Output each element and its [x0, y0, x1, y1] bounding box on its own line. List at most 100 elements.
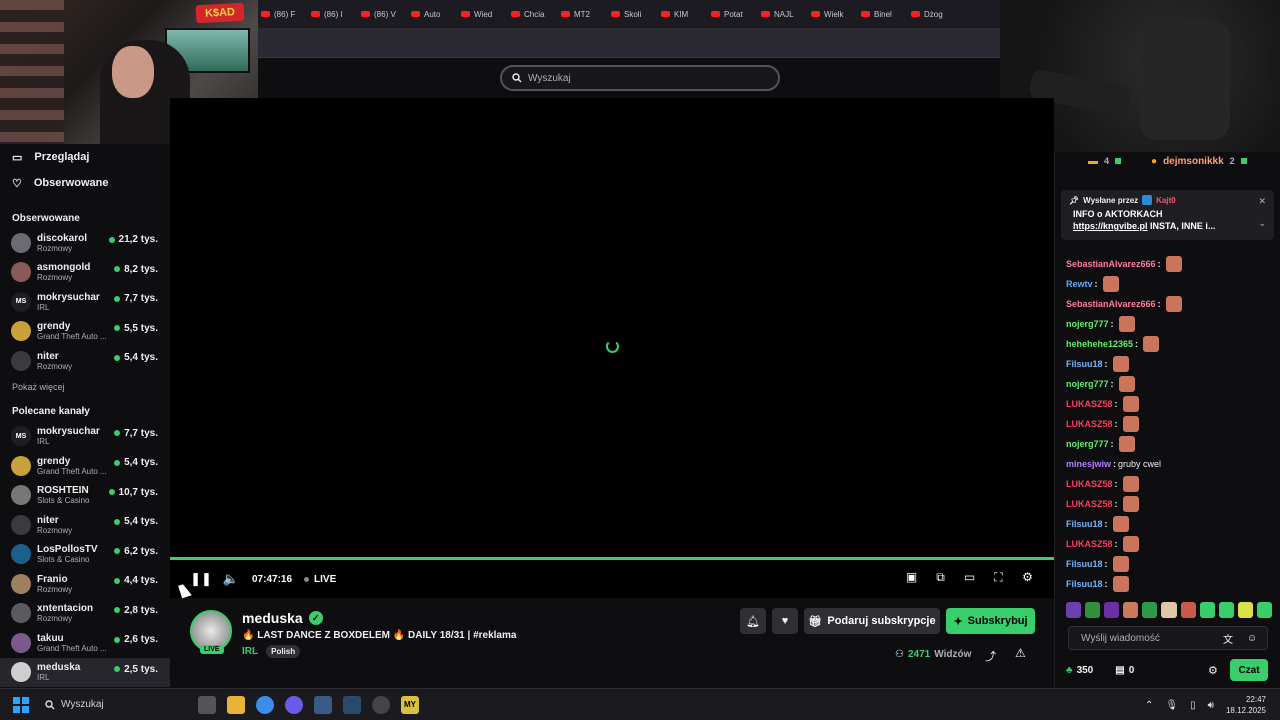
browser-tab[interactable]: (86) I [305, 4, 355, 24]
browser-tab[interactable]: Chcia [505, 4, 555, 24]
chat-username[interactable]: Filsuu18 [1066, 519, 1103, 529]
sidebar-channel-roshtein[interactable]: ROSHTEIN Slots & Casino 10,7 tys. [0, 481, 170, 511]
sidebar-channel-grendy[interactable]: grendy Grand Theft Auto ... 5,4 tys. [0, 451, 170, 481]
chat-username[interactable]: Filsuu18 [1066, 579, 1103, 589]
stream-category[interactable]: IRL [242, 646, 258, 657]
channel-name[interactable]: meduska [242, 610, 303, 626]
sidebar-channel-niter[interactable]: niter Rozmowy 5,4 tys. [0, 346, 170, 376]
clip-icon[interactable]: ⧉ [932, 570, 949, 585]
browser-tab[interactable]: Potat [705, 4, 755, 24]
chat-username[interactable]: minesjwiw [1066, 459, 1111, 469]
emote-icon[interactable] [1218, 602, 1234, 618]
chevron-up-icon[interactable]: ⌃ [1145, 700, 1153, 711]
emote-icon[interactable] [1123, 602, 1139, 618]
speaker-icon[interactable]: 🔊︎ [1208, 700, 1214, 711]
browser-tab[interactable]: Wied [455, 4, 505, 24]
mini-player-icon[interactable]: ▣ [903, 570, 920, 585]
sidebar-channel-discokarol[interactable]: discokarol Rozmowy 21,2 tys. [0, 228, 170, 258]
sidebar-channel-asmongold[interactable]: asmongold Rozmowy 8,2 tys. [0, 258, 170, 288]
gift-subscription-button[interactable]: 🎁︎ Podaruj subskrypcje [804, 608, 940, 634]
sidebar-channel-lospollostv[interactable]: LosPollosTV Slots & Casino 6,2 tys. [0, 540, 170, 570]
chevron-down-icon[interactable]: ⌄ [1258, 218, 1266, 229]
follow-button[interactable]: ♥ [772, 608, 798, 634]
emote-icon[interactable] [1104, 602, 1120, 618]
obs-icon[interactable] [372, 695, 390, 714]
chat-input[interactable]: Wyślij wiadomość 文 ☺ [1068, 626, 1268, 650]
chat-username[interactable]: LUKASZ58 [1066, 499, 1113, 509]
search-input[interactable]: Wyszukaj [500, 65, 780, 91]
discord-icon[interactable] [285, 695, 303, 714]
settings-gear-icon[interactable]: ⚙ [1019, 570, 1036, 585]
chat-send-button[interactable]: Czat [1230, 659, 1268, 681]
chat-username[interactable]: Filsuu18 [1066, 559, 1103, 569]
emote-icon[interactable] [1199, 602, 1215, 618]
emote-icon[interactable] [1085, 602, 1101, 618]
fullscreen-icon[interactable]: ⛶ [990, 570, 1007, 585]
sidebar-channel-takuu[interactable]: takuu Grand Theft Auto ... 2,6 tys. [0, 628, 170, 658]
emote-icon[interactable] [1256, 602, 1273, 618]
sidebar-channel-niter[interactable]: niter Rozmowy 5,4 tys. [0, 510, 170, 540]
chat-username[interactable]: nojerg777 [1066, 319, 1109, 329]
nav-browse[interactable]: ▭ Przeglądaj [0, 144, 170, 170]
channel-points[interactable]: ♣ 350 [1066, 665, 1093, 676]
browser-tab[interactable]: Skoli [605, 4, 655, 24]
windows-start-icon[interactable] [13, 696, 29, 713]
emote-icon[interactable] [1161, 602, 1177, 618]
chat-username[interactable]: Rewtv [1066, 279, 1093, 289]
emote-icon[interactable] [1066, 602, 1082, 618]
browser-tab[interactable]: (86) V [355, 4, 405, 24]
report-warning-icon[interactable]: ⚠ [1015, 646, 1026, 660]
emote-icon[interactable] [1180, 602, 1196, 618]
emoji-icon[interactable]: ☺ [1247, 633, 1257, 644]
my-app-icon[interactable]: MY [401, 695, 419, 714]
chat-username[interactable]: hehehehe12365 [1066, 339, 1133, 349]
chat-username[interactable]: SebastianAlvarez666 [1066, 299, 1156, 309]
chat-username[interactable]: LUKASZ58 [1066, 479, 1113, 489]
network-icon[interactable]: ▯ [1190, 700, 1196, 711]
theatre-mode-icon[interactable]: ▭ [961, 570, 978, 585]
clock[interactable]: 22:47 18.12.2025 [1226, 694, 1266, 716]
chat-username[interactable]: SebastianAlvarez666 [1066, 259, 1156, 269]
nav-following[interactable]: ♡ Obserwowane [0, 170, 170, 196]
pause-icon[interactable]: ❚❚ [190, 571, 212, 587]
pinned-message[interactable]: 📌︎ Wysłane przez Kajt0 INFO o AKTORKACH … [1061, 190, 1274, 240]
chat-settings-gear-icon[interactable]: ⚙ [1208, 664, 1218, 677]
stream-tag[interactable]: Polish [266, 645, 301, 658]
task-view-icon[interactable] [198, 695, 216, 714]
chat-username[interactable]: nojerg777 [1066, 439, 1109, 449]
sidebar-channel-xntentacion[interactable]: xntentacion Rozmowy 2,8 tys. [0, 599, 170, 629]
subscribe-button[interactable]: ✦ Subskrybuj [946, 608, 1035, 634]
browser-tab[interactable]: Binel [855, 4, 905, 24]
microphone-icon[interactable]: 🎙︎ [1165, 700, 1178, 711]
drops[interactable]: ▤ 0 [1115, 665, 1134, 676]
share-icon[interactable]: ⤴ [985, 648, 996, 664]
browser-tab[interactable]: MT2 [555, 4, 605, 24]
chat-username[interactable]: LUKASZ58 [1066, 399, 1113, 409]
volume-icon[interactable]: 🔈 [220, 571, 242, 587]
sidebar-channel-mokrysuchar[interactable]: MS mokrysuchar IRL 7,7 tys. [0, 287, 170, 317]
chat-username[interactable]: LUKASZ58 [1066, 419, 1113, 429]
sidebar-channel-franio[interactable]: Franio Rozmowy 4,4 tys. [0, 569, 170, 599]
chat-username[interactable]: Filsuu18 [1066, 359, 1103, 369]
sidebar-channel-mokrysuchar[interactable]: MS mokrysuchar IRL 7,7 tys. [0, 422, 170, 452]
browser-tab[interactable]: (86) F [255, 4, 305, 24]
pinned-by-name[interactable]: Kajt0 [1156, 196, 1176, 205]
browser-tab[interactable]: NAJL [755, 4, 805, 24]
emote-icon[interactable] [1237, 602, 1253, 618]
file-explorer-icon[interactable] [227, 695, 245, 714]
taskbar-search[interactable]: Wyszukaj [37, 694, 187, 716]
pinned-link[interactable]: https://kngvibe.pl [1073, 221, 1148, 231]
steam-icon[interactable] [314, 695, 332, 714]
show-more-link[interactable]: Pokaż więcej [0, 376, 170, 398]
translate-icon[interactable]: 文 [1223, 631, 1233, 646]
top-gifter-name[interactable]: dejmsonikkk [1163, 156, 1224, 167]
chat-username[interactable]: LUKASZ58 [1066, 539, 1113, 549]
unpin-icon[interactable]: ✕ [1258, 196, 1266, 207]
browser-tab[interactable]: KIM [655, 4, 705, 24]
browser-tab[interactable]: Wielk [805, 4, 855, 24]
chat-username[interactable]: nojerg777 [1066, 379, 1109, 389]
chrome-icon[interactable] [256, 695, 274, 714]
browser-tab[interactable]: Dżog [905, 4, 955, 24]
notification-bell-button[interactable]: 🔔︎ [740, 608, 766, 634]
emote-icon[interactable] [1142, 602, 1158, 618]
